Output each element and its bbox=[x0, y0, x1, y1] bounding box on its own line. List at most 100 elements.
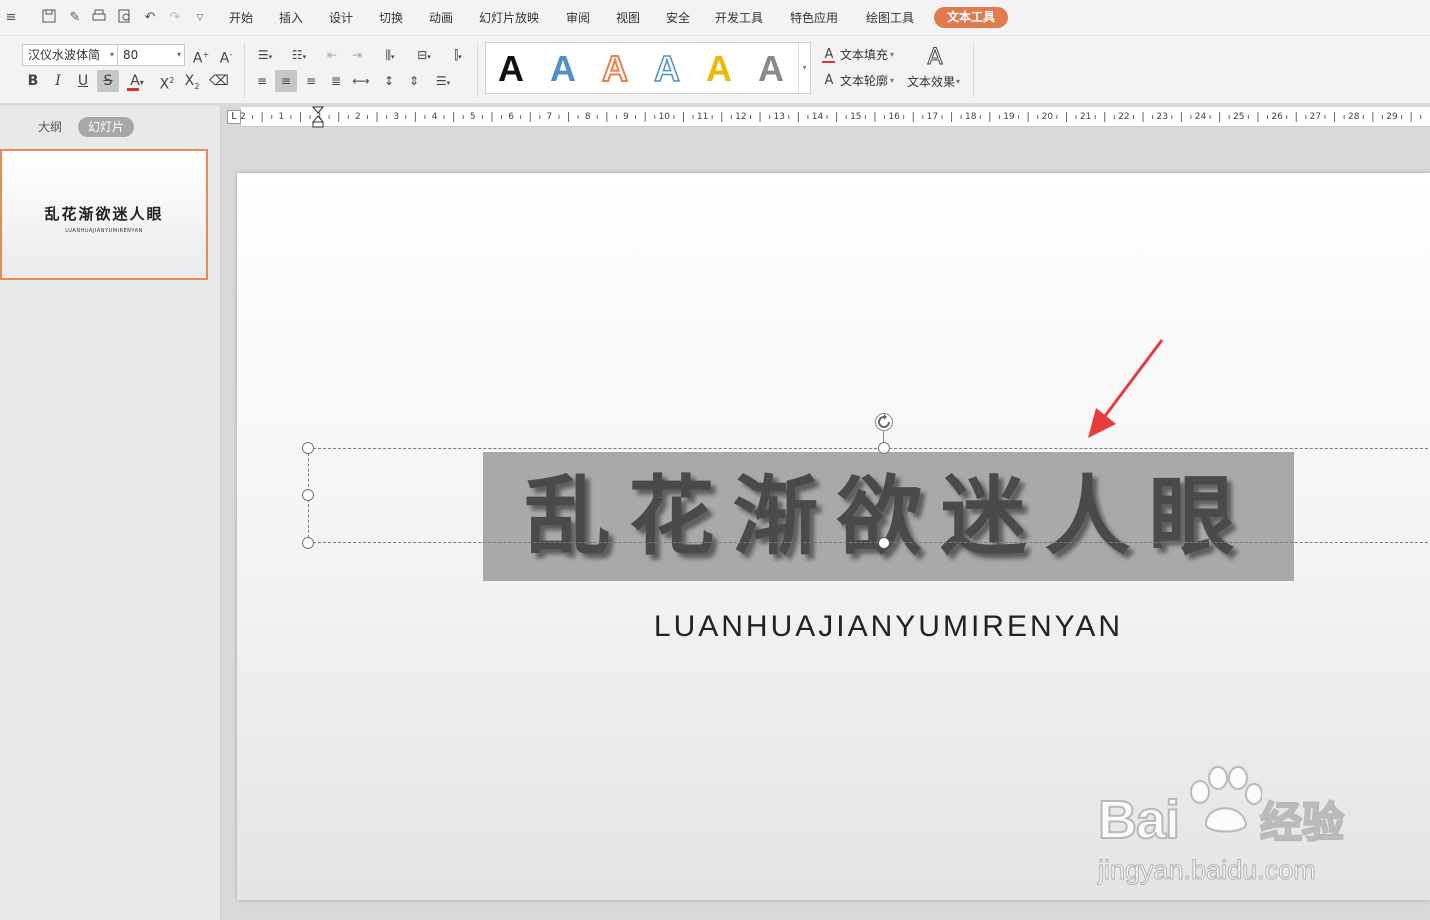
undo-icon[interactable]: ↶ bbox=[141, 9, 159, 27]
ruler-label: 15 bbox=[850, 112, 861, 122]
tab-special-apps[interactable]: 特色应用 bbox=[790, 9, 838, 27]
text-outline-icon[interactable]: A bbox=[818, 70, 840, 92]
increase-indent-button[interactable]: ⇥ bbox=[346, 44, 368, 66]
print-icon[interactable] bbox=[90, 9, 108, 27]
chevron-down-icon[interactable]: ▾ bbox=[956, 74, 960, 90]
slide-subtitle[interactable]: LUANHUAJIANYUMIRENYAN bbox=[483, 609, 1294, 645]
subscript-button[interactable]: X2 bbox=[181, 70, 203, 92]
italic-button[interactable]: I bbox=[47, 70, 69, 92]
print-preview-icon[interactable] bbox=[116, 9, 134, 27]
tab-view[interactable]: 视图 bbox=[616, 9, 640, 27]
slide-thumbnail[interactable]: 乱花渐欲迷人眼 LUANHUAJIANYUMIRENYAN bbox=[0, 149, 208, 280]
columns-button[interactable]: ⫿▾ bbox=[444, 44, 472, 66]
group-separator bbox=[973, 42, 974, 98]
paw-logo-icon bbox=[1190, 766, 1262, 833]
ruler-label: 14 bbox=[812, 112, 824, 122]
superscript-button[interactable]: X2 bbox=[156, 70, 178, 93]
numbered-list-button[interactable]: ☷▾ bbox=[285, 44, 313, 66]
ruler-label: 19 bbox=[1003, 112, 1015, 122]
text-style-gold[interactable]: A bbox=[706, 49, 732, 89]
tab-design[interactable]: 设计 bbox=[329, 9, 353, 27]
text-style-orange-outline[interactable]: A bbox=[601, 48, 629, 90]
ruler-label: 2 bbox=[241, 112, 246, 122]
resize-handle-top-left[interactable] bbox=[302, 442, 314, 454]
tab-animation[interactable]: 动画 bbox=[429, 9, 453, 27]
font-size-select[interactable]: 80 ▾ bbox=[117, 44, 185, 66]
text-effect-button[interactable]: 文本效果 bbox=[907, 74, 955, 90]
title-textbox-frame[interactable] bbox=[308, 448, 1430, 543]
slide-panel: 大纲 幻灯片 乱花渐欲迷人眼 LUANHUAJIANYUMIRENYAN bbox=[0, 105, 221, 920]
resize-handle-top[interactable] bbox=[878, 442, 890, 454]
tab-outline[interactable]: 大纲 bbox=[38, 119, 62, 135]
ruler-label: 22 bbox=[1118, 112, 1129, 122]
resize-handle-bottom-left[interactable] bbox=[302, 537, 314, 549]
tab-developer[interactable]: 开发工具 bbox=[715, 9, 763, 27]
tab-transition[interactable]: 切换 bbox=[379, 9, 403, 27]
save-icon[interactable] bbox=[40, 9, 58, 27]
resize-handle-bottom[interactable] bbox=[878, 537, 890, 549]
ruler-label: 6 bbox=[508, 112, 514, 122]
horizontal-ruler[interactable]: 2 1 1 2 3 4 5 6 7 8 9 10 11 12 13 14 15 16 17 18 19 20 21 22 23 2… bbox=[240, 107, 1430, 127]
text-direction-button[interactable]: ⫼▾ bbox=[376, 44, 404, 66]
strikethrough-button[interactable]: S bbox=[97, 70, 119, 92]
font-color-swatch bbox=[127, 88, 139, 91]
ruler-label: 28 bbox=[1348, 112, 1360, 122]
font-name-select[interactable]: 汉仪水波体简 ▾ bbox=[22, 44, 118, 66]
ruler-label: 20 bbox=[1042, 112, 1054, 122]
align-text-button[interactable]: ⊟▾ bbox=[410, 44, 438, 66]
text-effect-icon[interactable]: A bbox=[921, 44, 949, 72]
tab-text-tools[interactable]: 文本工具 bbox=[934, 7, 1008, 28]
ruler-label: 7 bbox=[547, 112, 553, 122]
bold-button[interactable]: B bbox=[22, 70, 44, 92]
chevron-down-icon[interactable]: ▾ bbox=[890, 47, 894, 63]
clear-format-icon[interactable]: ⌫ bbox=[208, 70, 230, 92]
text-style-blue-outline[interactable]: A bbox=[653, 48, 681, 90]
tab-home[interactable]: 开始 bbox=[229, 9, 253, 27]
align-right-button[interactable]: ≡ bbox=[300, 70, 322, 92]
text-fill-button[interactable]: 文本填充 bbox=[840, 47, 888, 63]
ruler-label: 2 bbox=[355, 112, 361, 122]
tab-drawing-tools[interactable]: 绘图工具 bbox=[866, 9, 914, 27]
decrease-font-size-button[interactable]: A- bbox=[215, 44, 237, 67]
redo-icon[interactable]: ↷ bbox=[166, 9, 184, 27]
justify-button[interactable]: ≣ bbox=[325, 70, 347, 92]
ruler-scale: 2 1 1 2 3 4 5 6 7 8 9 10 11 12 13 14 15 16 17 18 19 20 21 22 23 2… bbox=[240, 112, 1422, 122]
paragraph-spacing-button[interactable]: ⇕ bbox=[403, 70, 425, 92]
text-style-blue[interactable]: A bbox=[550, 49, 576, 89]
tab-slideshow[interactable]: 幻灯片放映 bbox=[479, 9, 539, 27]
tab-insert[interactable]: 插入 bbox=[279, 9, 303, 27]
text-style-black[interactable]: A bbox=[498, 49, 524, 89]
ruler-label: 27 bbox=[1310, 112, 1321, 122]
tab-stop-selector[interactable]: L bbox=[227, 110, 241, 124]
text-outline-button[interactable]: 文本轮廓 bbox=[840, 73, 888, 89]
text-fill-swatch bbox=[822, 61, 835, 63]
font-color-button[interactable]: A▾ bbox=[122, 70, 152, 92]
watermark-brand-cn: 经验 bbox=[1259, 797, 1345, 848]
annotation-arrow-icon bbox=[1088, 339, 1164, 438]
align-center-button[interactable]: ≡ bbox=[275, 70, 297, 92]
format-painter-icon[interactable]: ✎ bbox=[66, 9, 84, 27]
paragraph-settings-button[interactable]: ☰▾ bbox=[428, 70, 458, 92]
indent-marker-icon[interactable] bbox=[312, 106, 324, 128]
customize-toolbar-icon[interactable]: ▽ bbox=[191, 9, 209, 27]
file-menu-icon[interactable]: ≡ bbox=[0, 9, 22, 27]
ruler-label: 10 bbox=[659, 112, 671, 122]
gallery-more-icon[interactable]: ▾ bbox=[798, 43, 810, 93]
text-style-gray[interactable]: A bbox=[758, 49, 784, 89]
ruler-label: 1 bbox=[278, 112, 284, 122]
rotate-handle-icon[interactable] bbox=[875, 413, 893, 431]
tab-review[interactable]: 审阅 bbox=[566, 9, 590, 27]
tab-security[interactable]: 安全 bbox=[666, 9, 690, 27]
line-spacing-button[interactable]: ↕ bbox=[378, 70, 400, 92]
decrease-indent-button[interactable]: ⇤ bbox=[321, 44, 343, 66]
ruler-label: 21 bbox=[1080, 112, 1091, 122]
resize-handle-left[interactable] bbox=[302, 489, 314, 501]
increase-font-size-button[interactable]: A+ bbox=[190, 44, 212, 67]
tab-slides[interactable]: 幻灯片 bbox=[78, 117, 134, 137]
bullet-list-button[interactable]: ☰▾ bbox=[251, 44, 279, 66]
distributed-align-button[interactable]: ⟷ bbox=[350, 70, 372, 92]
underline-button[interactable]: U bbox=[72, 70, 94, 92]
chevron-down-icon[interactable]: ▾ bbox=[890, 73, 894, 89]
align-left-button[interactable]: ≡ bbox=[251, 70, 273, 92]
ruler-label: 13 bbox=[773, 112, 784, 122]
